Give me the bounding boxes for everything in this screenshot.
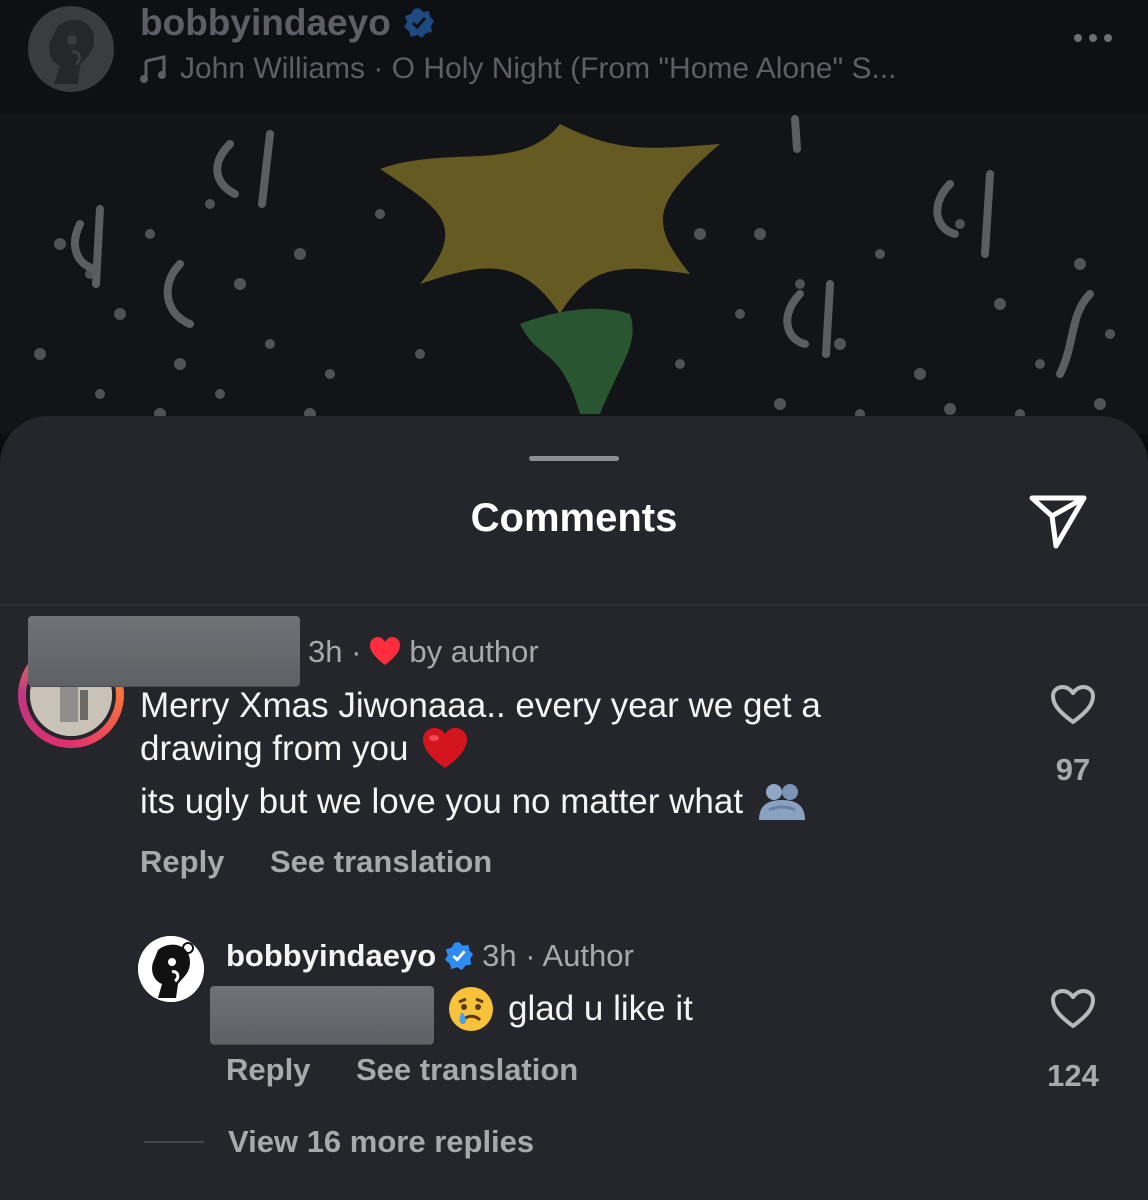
music-note-icon — [140, 55, 166, 83]
reply-meta: bobbyindaeyo 3h · Author — [226, 938, 634, 974]
comments-sheet: Comments 3h · by author Merry Xmas Jiwon… — [0, 416, 1148, 1200]
comment-see-translation-button[interactable]: See translation — [270, 844, 492, 880]
comment-like-heart-icon[interactable] — [1050, 684, 1096, 726]
view-more-replies-button[interactable]: View 16 more replies — [228, 1124, 534, 1160]
post-image-drawing — [0, 114, 1148, 434]
crying-face-emoji-icon — [449, 987, 493, 1031]
post-header: bobbyindaeyo John Williams · O Holy Nigh… — [0, 0, 1148, 114]
sheet-drag-handle[interactable] — [529, 456, 619, 461]
reply-text-row: glad u like it — [448, 986, 693, 1032]
header-divider — [0, 604, 1148, 606]
comment-time: 3h · — [308, 634, 362, 669]
comment-text-line1: Merry Xmas Jiwonaaa.. every year we get … — [140, 686, 821, 725]
redacted-mention — [210, 986, 434, 1044]
post-music-row[interactable]: John Williams · O Holy Night (From "Home… — [140, 52, 896, 86]
reply-time-author: 3h · Author — [482, 938, 634, 973]
reply-see-translation-button[interactable]: See translation — [356, 1052, 578, 1088]
comment-reply-button[interactable]: Reply — [140, 844, 224, 880]
author-liked-heart-icon — [370, 637, 401, 665]
reply-reply-button[interactable]: Reply — [226, 1052, 310, 1088]
reply-text: glad u like it — [508, 989, 693, 1028]
verified-badge-icon — [403, 8, 434, 38]
post-author-avatar[interactable] — [28, 6, 114, 92]
reply-username[interactable]: bobbyindaeyo — [226, 938, 436, 974]
post-username[interactable]: bobbyindaeyo — [140, 2, 391, 44]
christmas-tree-drawing — [34, 115, 1115, 420]
comment-text-line3: its ugly but we love you no matter what — [140, 782, 744, 821]
comment-meta: 3h · by author — [308, 634, 539, 670]
more-options-icon[interactable] — [1074, 34, 1112, 42]
share-send-icon[interactable] — [1026, 492, 1090, 550]
reply-author-avatar[interactable] — [138, 936, 204, 1002]
reply-like-heart-icon[interactable] — [1050, 988, 1096, 1030]
red-heart-emoji-icon — [423, 727, 468, 768]
post-username-row[interactable]: bobbyindaeyo — [140, 2, 435, 44]
music-track-label: John Williams · O Holy Night (From "Home… — [180, 52, 897, 85]
view-replies-line — [144, 1141, 204, 1143]
comments-title: Comments — [470, 496, 678, 540]
liked-by-author-label: by author — [409, 634, 539, 669]
profile-face-icon — [49, 19, 94, 84]
comment-text-line2: drawing from you — [140, 729, 409, 768]
verified-badge-icon — [445, 941, 474, 971]
reply-like-count: 124 — [1047, 1058, 1099, 1093]
profile-face-icon — [138, 936, 204, 1002]
comment-text-line3-row: its ugly but we love you no matter what — [140, 780, 807, 823]
redacted-username — [28, 616, 300, 686]
comment-text-line2-row: drawing from you — [140, 727, 468, 770]
hugging-people-emoji-icon — [759, 783, 806, 820]
comment-like-count: 97 — [1055, 752, 1091, 787]
